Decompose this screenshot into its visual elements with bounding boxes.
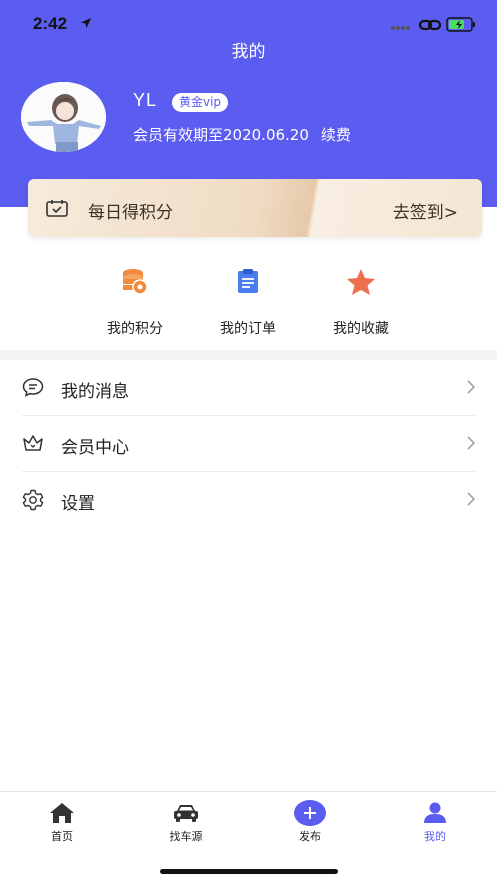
settings-menu: 我的消息 会员中心 设置 [0,360,497,528]
clipboard-icon [238,269,258,293]
home-icon [50,803,74,823]
tab-label: 找车源 [169,830,203,843]
menu-item-messages[interactable]: 我的消息 [22,360,475,416]
member-expiry: 会员有效期至2020.06.20 [133,126,309,144]
membership-info: 会员有效期至2020.06.20 续费 [133,124,351,145]
signal-icon [391,26,410,30]
menu-item-label: 设置 [61,494,95,514]
avatar-illustration-icon [21,82,106,152]
coins-icon [123,269,148,295]
calendar-check-icon [46,200,68,217]
tab-find-cars[interactable]: 找车源 [136,800,236,844]
vip-badge: 黄金vip [172,93,229,112]
username: YL [133,90,158,110]
page-title: 我的 [231,42,266,62]
quick-link-favorites[interactable]: 我的收藏 [311,268,411,338]
quick-link-label: 我的订单 [220,321,276,337]
plus-circle-icon [294,800,326,826]
quick-link-label: 我的积分 [107,321,163,337]
checkin-button[interactable]: 去签到> [393,198,458,223]
star-icon [347,269,375,295]
avatar[interactable] [21,82,106,152]
menu-item-settings[interactable]: 设置 [22,472,475,528]
tab-label: 首页 [51,830,73,843]
chevron-right-icon [467,492,475,506]
car-icon [174,805,198,822]
checkin-title: 每日得积分 [88,203,173,223]
message-icon [22,378,44,397]
tab-mine[interactable]: 我的 [385,800,485,844]
tab-home[interactable]: 首页 [12,800,112,844]
tab-publish[interactable]: 发布 [260,800,360,844]
tab-label: 发布 [299,830,321,843]
daily-checkin-card[interactable]: 每日得积分 去签到> [28,179,482,237]
quick-link-points[interactable]: 我的积分 [85,268,185,338]
section-divider [0,350,497,360]
link-icon [418,19,442,31]
chevron-right-icon [467,380,475,394]
crown-icon [23,435,43,451]
menu-item-label: 我的消息 [61,382,129,402]
person-icon [424,802,446,823]
gear-icon [22,489,44,511]
battery-icon [446,17,475,32]
renew-link[interactable]: 续费 [321,126,351,144]
chevron-right-icon [467,436,475,450]
quick-link-label: 我的收藏 [333,321,389,337]
location-arrow-icon [81,18,91,28]
menu-item-label: 会员中心 [61,438,129,458]
quick-link-orders[interactable]: 我的订单 [198,268,298,338]
tab-label: 我的 [424,830,446,843]
quick-links: 我的积分 我的订单 我的收藏 [0,268,497,348]
status-time: 2:42 [33,14,68,33]
home-indicator [160,869,338,874]
menu-item-membership[interactable]: 会员中心 [22,416,475,472]
